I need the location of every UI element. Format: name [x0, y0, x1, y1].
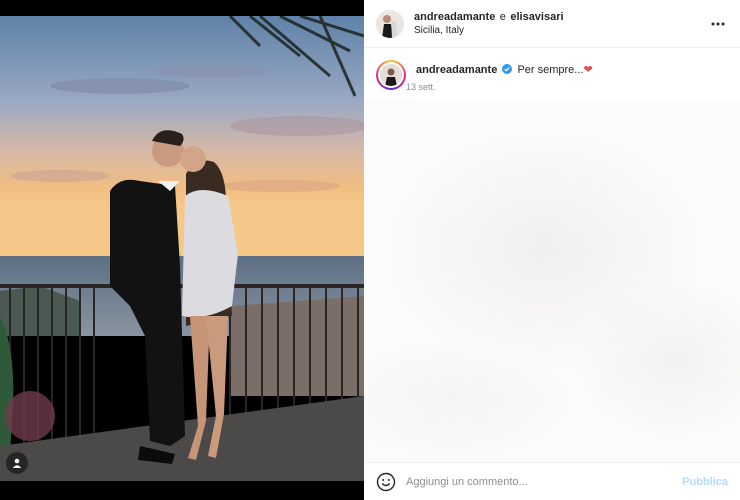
- caption-username[interactable]: andreadamante: [416, 64, 497, 76]
- author-primary-username[interactable]: andreadamante: [414, 11, 495, 23]
- author-conjunction: e: [499, 11, 506, 23]
- blurred-comments-area: [364, 100, 740, 460]
- author-avatar[interactable]: [376, 9, 404, 38]
- post-details-panel: andreadamante e elisavisari Sicilia, Ita…: [364, 0, 740, 500]
- user-tag-icon[interactable]: [6, 452, 28, 474]
- emoji-icon[interactable]: [376, 472, 396, 492]
- post-caption: andreadamante Per sempre...❤ 13 sett.: [364, 48, 740, 92]
- more-options-icon[interactable]: [708, 14, 728, 34]
- post-photo-panel: [0, 0, 364, 500]
- post-header-info: andreadamante e elisavisari Sicilia, Ita…: [414, 9, 708, 38]
- post-header: andreadamante e elisavisari Sicilia, Ita…: [364, 0, 740, 48]
- heart-emoji: ❤: [583, 64, 593, 76]
- post-location[interactable]: Sicilia, Italy: [414, 24, 708, 38]
- comment-input[interactable]: [406, 475, 683, 488]
- caption-avatar[interactable]: [376, 60, 406, 90]
- caption-text: Per sempre...: [517, 64, 584, 76]
- post-timestamp[interactable]: 13 sett.: [406, 82, 593, 92]
- post-image[interactable]: [0, 16, 364, 481]
- verified-badge-icon: [502, 64, 513, 74]
- publish-button[interactable]: Pubblica: [682, 476, 728, 488]
- author-secondary-username[interactable]: elisavisari: [510, 11, 563, 23]
- comment-bar: Pubblica: [364, 462, 740, 500]
